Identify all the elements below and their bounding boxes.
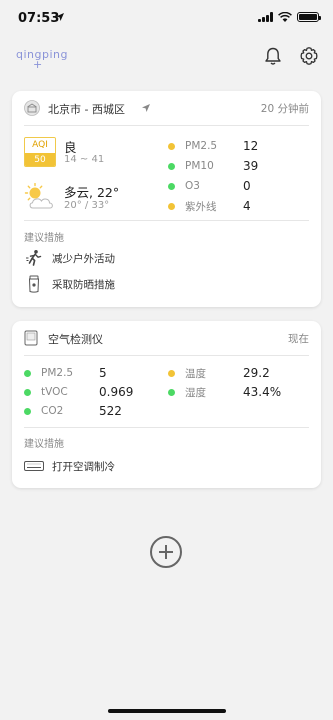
device-updated-time: 现在 bbox=[288, 333, 309, 345]
metric-value: 4 bbox=[243, 199, 251, 213]
notifications-button[interactable] bbox=[261, 44, 285, 68]
app-header: qingping + bbox=[0, 38, 333, 78]
metric-humidity: 湿度 43.4% bbox=[168, 384, 281, 400]
city-air-card[interactable]: 北京市 - 西城区 20 分钟前 AQI 50 良 14 ~ 41 多云, 22… bbox=[12, 91, 321, 307]
metric-co2: CO2 522 bbox=[24, 403, 122, 419]
aqi-value: 50 bbox=[25, 153, 55, 166]
metric-label: 温度 bbox=[185, 367, 206, 380]
suggestion-text: 减少户外活动 bbox=[52, 252, 115, 265]
metric-temperature: 温度 29.2 bbox=[168, 365, 270, 381]
status-bar: 07:53 bbox=[0, 0, 333, 36]
running-icon bbox=[26, 250, 42, 266]
metric-label: PM2.5 bbox=[41, 367, 74, 379]
status-dot bbox=[168, 202, 175, 210]
gear-icon bbox=[300, 47, 318, 65]
metric-pm10: PM10 39 bbox=[168, 158, 258, 174]
status-dot bbox=[168, 369, 175, 377]
metric-label: 紫外线 bbox=[185, 200, 217, 213]
status-dot bbox=[24, 369, 31, 377]
aqi-badge: AQI 50 bbox=[24, 137, 56, 167]
bell-icon bbox=[265, 47, 281, 65]
battery-icon bbox=[297, 12, 321, 22]
suggestion-text: 打开空调制冷 bbox=[52, 460, 115, 473]
city-avatar-icon bbox=[24, 100, 40, 116]
suggestion-item: 减少户外活动 bbox=[24, 249, 115, 267]
device-card-header: 空气检测仪 现在 bbox=[12, 321, 321, 355]
metric-pm25: PM2.5 12 bbox=[168, 138, 258, 154]
status-dot bbox=[168, 388, 175, 396]
status-dot bbox=[168, 162, 175, 170]
status-dot bbox=[168, 142, 175, 150]
metric-pm25: PM2.5 5 bbox=[24, 365, 107, 381]
add-device-button[interactable] bbox=[150, 536, 182, 568]
metric-label: 湿度 bbox=[185, 386, 206, 399]
status-dot bbox=[24, 407, 31, 415]
cellular-signal-icon bbox=[258, 12, 273, 22]
metric-value: 43.4% bbox=[243, 385, 282, 399]
metric-label: CO2 bbox=[41, 405, 64, 417]
divider bbox=[24, 355, 309, 356]
weather-temp-range: 20° / 33° bbox=[64, 200, 110, 211]
status-time: 07:53 bbox=[18, 11, 60, 26]
metric-value: 0.969 bbox=[99, 385, 134, 399]
metric-value: 0 bbox=[243, 179, 251, 193]
divider bbox=[24, 427, 309, 428]
metric-label: PM10 bbox=[185, 160, 214, 172]
metric-value: 5 bbox=[99, 366, 107, 380]
status-dot bbox=[168, 182, 175, 190]
metric-value: 12 bbox=[243, 139, 259, 153]
location-arrow-icon bbox=[56, 13, 64, 21]
metric-label: O3 bbox=[185, 180, 200, 192]
divider bbox=[24, 220, 309, 221]
location-arrow-icon bbox=[142, 104, 150, 112]
suggestion-item: 采取防晒措施 bbox=[24, 275, 115, 293]
app-logo-plus: + bbox=[33, 58, 43, 71]
city-card-header: 北京市 - 西城区 20 分钟前 bbox=[12, 91, 321, 125]
metric-o3: O3 0 bbox=[168, 178, 251, 194]
metric-value: 29.2 bbox=[243, 366, 270, 380]
metric-label: PM2.5 bbox=[185, 140, 218, 152]
metric-uv: 紫外线 4 bbox=[168, 198, 251, 214]
partly-cloudy-icon bbox=[24, 183, 53, 209]
settings-button[interactable] bbox=[297, 44, 321, 68]
city-name: 北京市 - 西城区 bbox=[48, 103, 125, 116]
suggestion-text: 采取防晒措施 bbox=[52, 278, 115, 291]
suggestion-item: 打开空调制冷 bbox=[24, 457, 115, 475]
metric-value: 522 bbox=[99, 404, 122, 418]
weather-condition: 多云, 22° bbox=[64, 185, 120, 200]
aqi-label: AQI bbox=[25, 138, 55, 153]
metric-value: 39 bbox=[243, 159, 259, 173]
status-dot bbox=[24, 388, 31, 396]
suggestion-title: 建议措施 bbox=[24, 439, 64, 450]
device-card[interactable]: 空气检测仪 现在 PM2.5 5 温度 29.2 tVOC 0.969 湿度 4… bbox=[12, 321, 321, 488]
metric-label: tVOC bbox=[41, 386, 68, 398]
device-name: 空气检测仪 bbox=[48, 333, 103, 346]
metric-tvoc: tVOC 0.969 bbox=[24, 384, 133, 400]
sunscreen-icon bbox=[28, 275, 40, 293]
air-monitor-icon bbox=[24, 330, 38, 346]
air-conditioner-icon bbox=[24, 461, 44, 471]
aqi-range: 14 ~ 41 bbox=[64, 154, 105, 165]
wifi-icon bbox=[278, 12, 292, 22]
home-indicator bbox=[108, 709, 226, 713]
suggestion-title: 建议措施 bbox=[24, 233, 64, 244]
city-updated-time: 20 分钟前 bbox=[260, 103, 309, 115]
divider bbox=[24, 125, 309, 126]
